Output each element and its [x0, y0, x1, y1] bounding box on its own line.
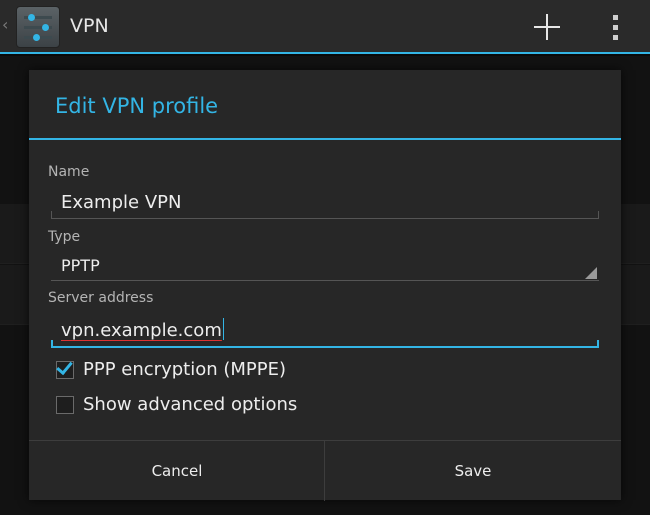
dropdown-caret-icon[interactable] — [585, 267, 597, 279]
name-label: Name — [48, 164, 90, 180]
save-button[interactable]: Save — [325, 441, 621, 501]
text-cursor — [222, 318, 224, 340]
dialog-title: Edit VPN profile — [55, 94, 219, 118]
type-spinner-underline — [51, 280, 599, 281]
server-address-value: vpn.example.com — [61, 320, 222, 341]
dialog-button-bar: Cancel Save — [29, 440, 621, 501]
edit-vpn-dialog: Edit VPN profile Name Example VPN Type P… — [29, 70, 621, 501]
slider-knob — [42, 24, 49, 31]
chevron-left-icon[interactable]: ‹ — [2, 13, 8, 37]
slider-knob — [28, 14, 35, 21]
type-spinner[interactable]: PPTP — [61, 255, 100, 277]
advanced-options-checkbox[interactable] — [56, 396, 74, 414]
overflow-menu-icon[interactable] — [604, 12, 628, 44]
cancel-button[interactable]: Cancel — [29, 441, 325, 501]
ppp-encryption-checkbox[interactable] — [56, 357, 74, 379]
action-bar-title: VPN — [70, 15, 109, 37]
title-divider — [29, 138, 621, 140]
slider-knob — [33, 34, 40, 41]
server-address-label: Server address — [48, 290, 154, 306]
type-label: Type — [48, 229, 81, 245]
vpn-settings-icon[interactable] — [16, 6, 60, 48]
server-address-underline — [51, 340, 599, 348]
name-field-underline — [51, 211, 599, 219]
action-bar: ‹ VPN — [0, 0, 650, 54]
ppp-encryption-label: PPP encryption (MPPE) — [83, 359, 287, 380]
checkmark-icon — [56, 357, 73, 376]
add-icon[interactable] — [530, 10, 564, 44]
advanced-options-label: Show advanced options — [83, 394, 298, 415]
